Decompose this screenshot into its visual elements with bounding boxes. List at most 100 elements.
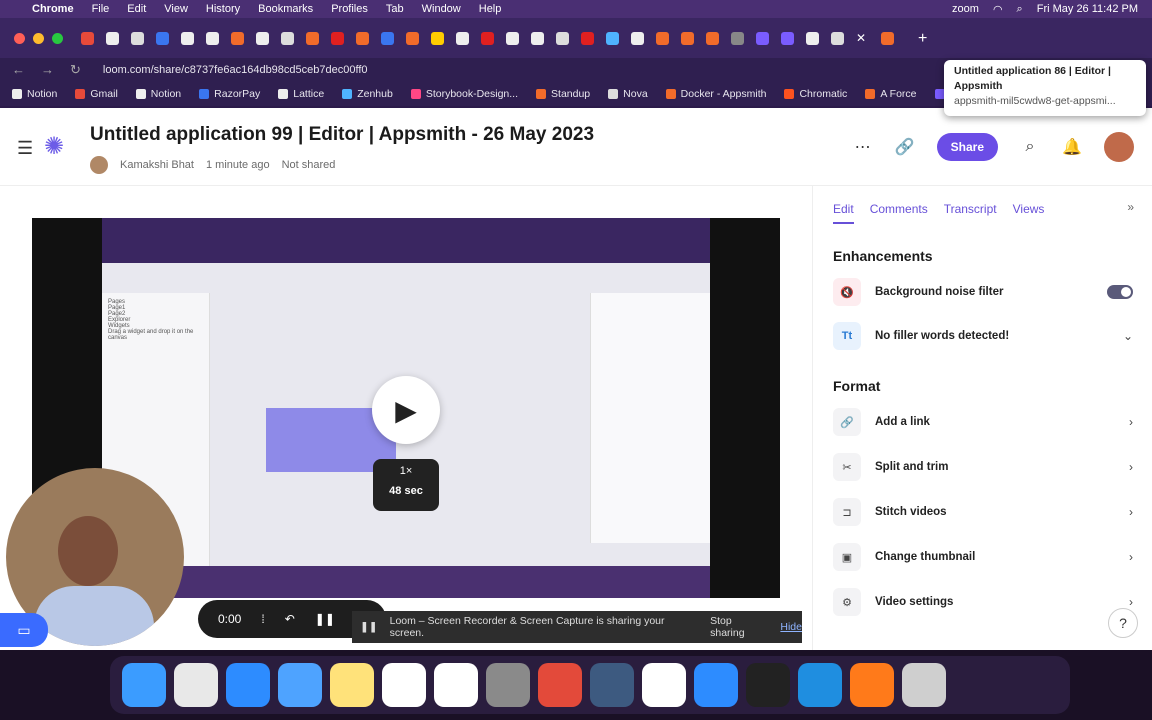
safari-icon[interactable]: [226, 663, 270, 707]
quicktime-icon[interactable]: [590, 663, 634, 707]
video-title[interactable]: Untitled application 99 | Editor | Appsm…: [90, 124, 594, 146]
mail-icon[interactable]: [278, 663, 322, 707]
bookmark-standup[interactable]: Standup: [536, 88, 590, 100]
trash-icon[interactable]: [902, 663, 946, 707]
bell-icon[interactable]: 🔔: [1062, 137, 1082, 157]
tab-icon[interactable]: [706, 31, 719, 45]
noise-filter-row[interactable]: 🔇 Background noise filter: [833, 276, 1133, 308]
bookmark-docker[interactable]: Docker - Appsmith: [665, 88, 766, 100]
grid-icon[interactable]: ⁞: [261, 612, 264, 626]
menu-help[interactable]: Help: [479, 3, 502, 15]
tab-icon[interactable]: [81, 31, 94, 45]
tab-icon[interactable]: [306, 31, 319, 45]
reload-icon[interactable]: ↻: [70, 62, 81, 78]
tab-icon[interactable]: [881, 31, 894, 45]
tab-edit[interactable]: Edit: [833, 202, 854, 224]
search-icon[interactable]: ⌕: [1020, 138, 1040, 156]
chrome-icon[interactable]: [538, 663, 582, 707]
back-icon[interactable]: ←: [12, 62, 25, 78]
collapse-panel-icon[interactable]: »: [1127, 200, 1134, 214]
tab-icon[interactable]: [731, 31, 744, 45]
minimize-window-icon[interactable]: [33, 32, 44, 44]
tab-icon[interactable]: [431, 31, 444, 45]
url-input[interactable]: loom.com/share/c8737fe6ac164db98cd5ceb7d…: [103, 64, 368, 76]
camera-icon[interactable]: ▭: [0, 613, 48, 647]
menu-icon[interactable]: ☰: [17, 138, 33, 159]
menu-view[interactable]: View: [164, 3, 188, 15]
stitch-row[interactable]: ⊐ Stitch videos ›: [833, 496, 1133, 528]
tab-icon[interactable]: [756, 31, 769, 45]
tab-icon[interactable]: [831, 31, 844, 45]
tab-icon[interactable]: [781, 31, 794, 45]
forward-icon[interactable]: →: [41, 62, 54, 78]
wifi-icon[interactable]: ◠: [993, 3, 1003, 16]
search-icon[interactable]: ⌕: [1017, 3, 1023, 16]
tab-icon[interactable]: [206, 31, 219, 45]
menu-profiles[interactable]: Profiles: [331, 3, 368, 15]
user-avatar[interactable]: [1104, 132, 1134, 162]
tab-icon[interactable]: [406, 31, 419, 45]
tab-views[interactable]: Views: [1013, 202, 1045, 224]
tab-icon[interactable]: [606, 31, 619, 45]
zoom-icon[interactable]: [694, 663, 738, 707]
bookmark-notion-2[interactable]: Notion: [135, 88, 181, 100]
split-trim-row[interactable]: ✂ Split and trim ›: [833, 451, 1133, 483]
tab-comments[interactable]: Comments: [870, 202, 928, 224]
tab-icon[interactable]: [506, 31, 519, 45]
tab-icon[interactable]: [631, 31, 644, 45]
bookmark-nova[interactable]: Nova: [608, 88, 648, 100]
bookmark-chromatic[interactable]: Chromatic: [784, 88, 847, 100]
hide-button[interactable]: Hide: [780, 621, 802, 633]
more-icon[interactable]: ⋯: [853, 137, 873, 157]
play-button[interactable]: ▶: [372, 376, 440, 444]
link-icon[interactable]: 🔗: [895, 137, 915, 157]
tab-icon[interactable]: [456, 31, 469, 45]
thumbnail-row[interactable]: ▣ Change thumbnail ›: [833, 541, 1133, 573]
slack-icon[interactable]: [642, 663, 686, 707]
launchpad-icon[interactable]: [174, 663, 218, 707]
notes-icon[interactable]: [330, 663, 374, 707]
help-button[interactable]: ?: [1108, 608, 1138, 638]
menu-history[interactable]: History: [206, 3, 240, 15]
tab-icon[interactable]: [531, 31, 544, 45]
bookmark-aforce[interactable]: A Force: [865, 88, 917, 100]
bookmark-gmail[interactable]: Gmail: [75, 88, 118, 100]
tab-icon[interactable]: [381, 31, 394, 45]
tab-icon[interactable]: [231, 31, 244, 45]
tab-icon[interactable]: [556, 31, 569, 45]
video-settings-row[interactable]: ⚙ Video settings ›: [833, 586, 1133, 618]
bookmark-lattice[interactable]: Lattice: [278, 88, 324, 100]
tab-icon[interactable]: [256, 31, 269, 45]
close-window-icon[interactable]: [14, 32, 25, 44]
zoom-status[interactable]: zoom: [952, 3, 979, 15]
speed-badge[interactable]: 1× 48 sec: [373, 459, 439, 511]
settings-icon[interactable]: [486, 663, 530, 707]
filler-words-row[interactable]: Tt No filler words detected! ⌄: [833, 320, 1133, 352]
chevron-down-icon[interactable]: ⌄: [1123, 329, 1133, 343]
tab-icon[interactable]: [356, 31, 369, 45]
author-name[interactable]: Kamakshi Bhat: [120, 159, 194, 171]
calendar-icon[interactable]: [434, 663, 478, 707]
share-button[interactable]: Share: [936, 133, 998, 161]
freeform-icon[interactable]: [382, 663, 426, 707]
tab-icon[interactable]: [656, 31, 669, 45]
menu-bookmarks[interactable]: Bookmarks: [258, 3, 313, 15]
tab-transcript[interactable]: Transcript: [944, 202, 997, 224]
tab-icon[interactable]: [481, 31, 494, 45]
tab-icon[interactable]: [681, 31, 694, 45]
close-tab-icon[interactable]: ✕: [856, 31, 869, 45]
bookmark-zenhub[interactable]: Zenhub: [342, 88, 393, 100]
menu-tab[interactable]: Tab: [386, 3, 404, 15]
tab-icon[interactable]: [106, 31, 119, 45]
loom-logo-icon[interactable]: ✺: [44, 134, 70, 160]
terminal-icon[interactable]: [746, 663, 790, 707]
tab-icon[interactable]: [131, 31, 144, 45]
pause-share-icon[interactable]: ❚❚: [360, 621, 378, 633]
tab-icon[interactable]: [181, 31, 194, 45]
bookmark-storybook[interactable]: Storybook-Design...: [410, 88, 518, 100]
bookmark-razorpay[interactable]: RazorPay: [199, 88, 260, 100]
finder-icon[interactable]: [122, 663, 166, 707]
new-tab-icon[interactable]: +: [918, 30, 931, 46]
menu-window[interactable]: Window: [422, 3, 461, 15]
tab-icon[interactable]: [156, 31, 169, 45]
